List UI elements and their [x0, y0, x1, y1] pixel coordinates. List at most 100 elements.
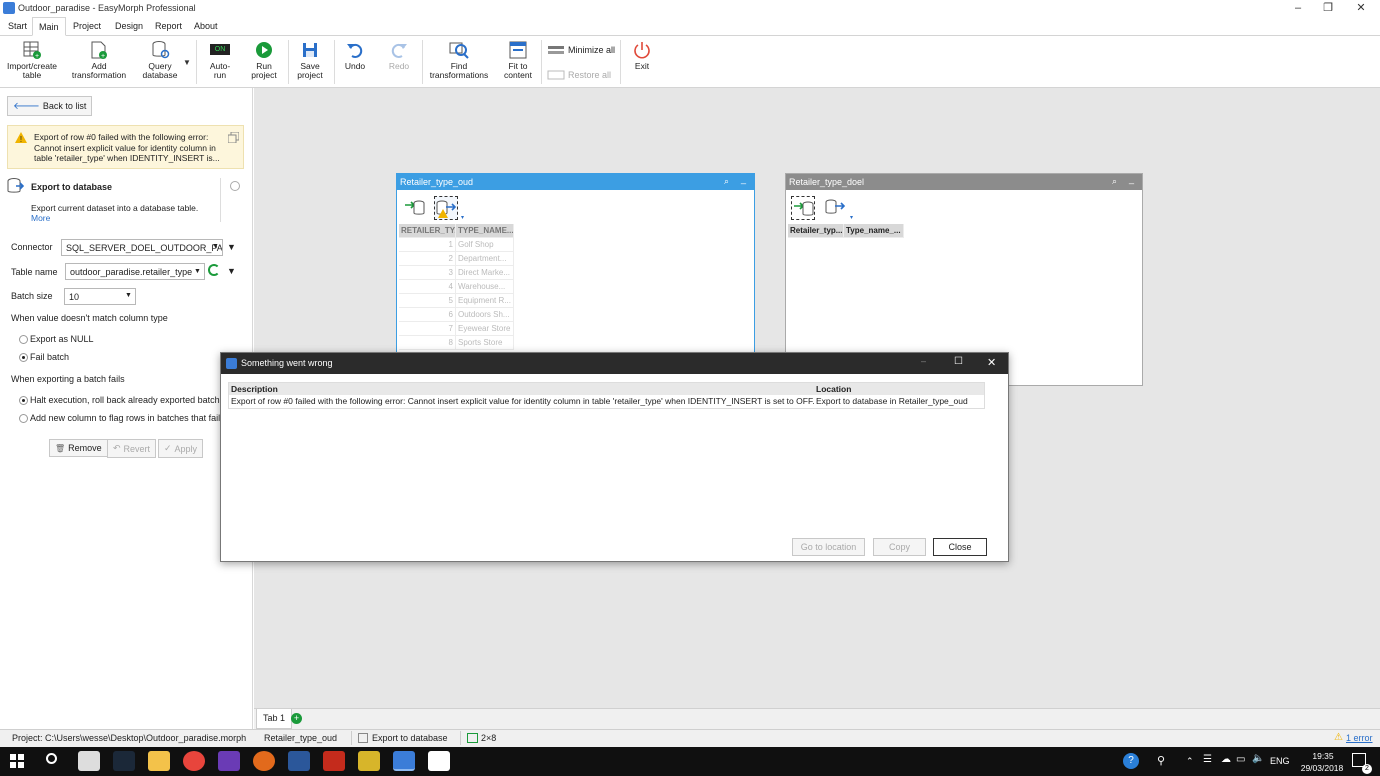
- table-row[interactable]: 8 Sports Store: [399, 336, 514, 350]
- dialog-maximize-button[interactable]: ☐: [954, 356, 963, 367]
- exit-button[interactable]: Exit: [627, 40, 657, 86]
- steam-app-icon[interactable]: [113, 751, 135, 771]
- column-header[interactable]: Retailer_typ...: [788, 224, 844, 238]
- table-row[interactable]: 4 Warehouse...: [399, 280, 514, 294]
- back-to-list-button[interactable]: 🡐 Back to list: [7, 96, 93, 116]
- error-row[interactable]: Export of row #0 failed with the followi…: [229, 395, 984, 408]
- table-row[interactable]: 3 Direct Marke...: [399, 266, 514, 280]
- fit-to-content-button[interactable]: Fit to content: [500, 40, 536, 86]
- tab-about[interactable]: About: [188, 17, 224, 36]
- dialog-minimize-button[interactable]: –: [921, 356, 926, 366]
- table-row[interactable]: 2 Department...: [399, 252, 514, 266]
- cloud-icon[interactable]: ☁: [1221, 754, 1231, 765]
- export-step-icon[interactable]: [434, 196, 458, 220]
- run-project-button[interactable]: Run project: [246, 40, 282, 86]
- dialog-close-icon[interactable]: ✕: [987, 356, 996, 369]
- git-app-icon[interactable]: [323, 751, 345, 771]
- redo-button[interactable]: Redo: [382, 40, 416, 86]
- find-transformations-button[interactable]: Find transformations: [426, 40, 492, 86]
- tray-chevron-icon[interactable]: ⌃: [1186, 756, 1194, 767]
- table-header[interactable]: Retailer_type_oud ⌕ _: [397, 174, 754, 190]
- copy-button[interactable]: Copy: [873, 538, 926, 556]
- close-window-button[interactable]: ✕: [1346, 0, 1376, 17]
- windows-start-icon[interactable]: [10, 754, 24, 768]
- table-menu-chevron-icon[interactable]: ▼: [227, 266, 236, 276]
- column-header[interactable]: Type_name_...: [844, 224, 904, 238]
- settings-gear-icon[interactable]: [230, 181, 240, 191]
- import-step-icon[interactable]: [403, 196, 425, 218]
- battery-icon[interactable]: ▭: [1236, 754, 1245, 765]
- add-tab-icon[interactable]: +: [291, 713, 302, 724]
- zoom-table-icon[interactable]: ⌕: [1112, 176, 1117, 187]
- close-button[interactable]: Close: [933, 538, 987, 556]
- connector-menu-chevron-icon[interactable]: ▼: [227, 242, 236, 252]
- wifi-icon[interactable]: ☰: [1203, 754, 1212, 765]
- refresh-icon[interactable]: [208, 264, 220, 276]
- minimize-table-icon[interactable]: _: [1129, 174, 1134, 184]
- column-header[interactable]: TYPE_NAME...: [456, 224, 514, 238]
- tab-1[interactable]: Tab 1: [256, 709, 293, 729]
- tab-start[interactable]: Start: [2, 17, 33, 36]
- clock-date[interactable]: 29/03/2018: [1294, 763, 1350, 773]
- firefox-icon[interactable]: [253, 751, 275, 771]
- clapper-app-icon[interactable]: [428, 751, 450, 771]
- people-icon[interactable]: ⚲: [1157, 754, 1165, 767]
- minimize-table-icon[interactable]: _: [741, 174, 746, 184]
- minimize-window-button[interactable]: –: [1283, 0, 1313, 17]
- chrome-icon[interactable]: [183, 751, 205, 771]
- add-transformation-button[interactable]: + Add transformation: [66, 40, 132, 86]
- easymorph-taskbar-icon[interactable]: [393, 751, 415, 771]
- connector-select[interactable]: SQL_SERVER_DOEL_OUTDOOR_PAR...: [61, 239, 223, 256]
- undo-button[interactable]: Undo: [338, 40, 372, 86]
- tab-design[interactable]: Design: [109, 17, 149, 36]
- fail-batch-radio[interactable]: [19, 353, 28, 362]
- table-header[interactable]: Retailer_type_doel ⌕ _: [786, 174, 1142, 190]
- word-icon[interactable]: [288, 751, 310, 771]
- flag-rows-radio[interactable]: [19, 414, 28, 423]
- tab-report[interactable]: Report: [149, 17, 188, 36]
- revert-button[interactable]: ↶ Revert: [107, 439, 157, 458]
- table-row[interactable]: 7 Eyewear Store: [399, 322, 514, 336]
- language-indicator[interactable]: ENG: [1270, 756, 1290, 766]
- tab-main[interactable]: Main: [32, 17, 66, 36]
- file-explorer-icon[interactable]: [148, 751, 170, 771]
- export-as-null-radio[interactable]: [19, 335, 28, 344]
- table-row[interactable]: 6 Outdoors Sh...: [399, 308, 514, 322]
- restore-window-button[interactable]: ❐: [1313, 0, 1343, 17]
- step-expand-chevron-icon[interactable]: ▾: [461, 214, 464, 221]
- table-window-retailer-type-oud[interactable]: Retailer_type_oud ⌕ _ ▾ RETAILER_TY... T…: [396, 173, 755, 353]
- import-step-icon[interactable]: [791, 196, 815, 220]
- table-row[interactable]: 5 Equipment R...: [399, 294, 514, 308]
- volume-icon[interactable]: 🔈: [1252, 753, 1264, 764]
- import-create-table-button[interactable]: + Import/create table: [4, 40, 60, 86]
- minimize-all-button[interactable]: Minimize all: [547, 45, 615, 55]
- table-row[interactable]: 1 Golf Shop: [399, 238, 514, 252]
- remove-button[interactable]: 🗑 Remove: [49, 439, 108, 457]
- app-icon[interactable]: [358, 751, 380, 771]
- query-database-button[interactable]: Query database: [138, 40, 182, 86]
- go-to-location-button[interactable]: Go to location: [792, 538, 865, 556]
- error-count-link[interactable]: 1 error: [1346, 733, 1373, 743]
- save-project-button[interactable]: Save project: [292, 40, 328, 86]
- tab-project[interactable]: Project: [67, 17, 107, 36]
- halt-execution-radio[interactable]: [19, 396, 28, 405]
- apply-button[interactable]: ✓ Apply: [158, 439, 204, 458]
- clock-time[interactable]: 19:35: [1306, 751, 1340, 761]
- undo-arrow-icon: [347, 43, 363, 58]
- location-column-header[interactable]: Location: [814, 383, 851, 395]
- export-step-icon[interactable]: [824, 196, 846, 218]
- mail-app-icon[interactable]: [78, 751, 100, 771]
- auto-run-toggle[interactable]: ON Auto- run: [204, 40, 236, 86]
- search-icon[interactable]: [46, 753, 57, 764]
- more-link[interactable]: More: [31, 213, 50, 223]
- step-expand-chevron-icon[interactable]: ▾: [850, 214, 853, 221]
- table-name-select[interactable]: outdoor_paradise.retailer_type: [65, 263, 205, 280]
- description-column-header[interactable]: Description: [229, 383, 814, 395]
- visual-studio-icon[interactable]: [218, 751, 240, 771]
- zoom-table-icon[interactable]: ⌕: [724, 176, 729, 187]
- help-icon[interactable]: ?: [1123, 753, 1139, 769]
- restore-all-button[interactable]: Restore all: [547, 70, 611, 80]
- copy-error-icon[interactable]: [228, 132, 239, 143]
- query-dropdown-chevron-icon[interactable]: ▼: [183, 58, 191, 67]
- column-header[interactable]: RETAILER_TY...: [399, 224, 456, 238]
